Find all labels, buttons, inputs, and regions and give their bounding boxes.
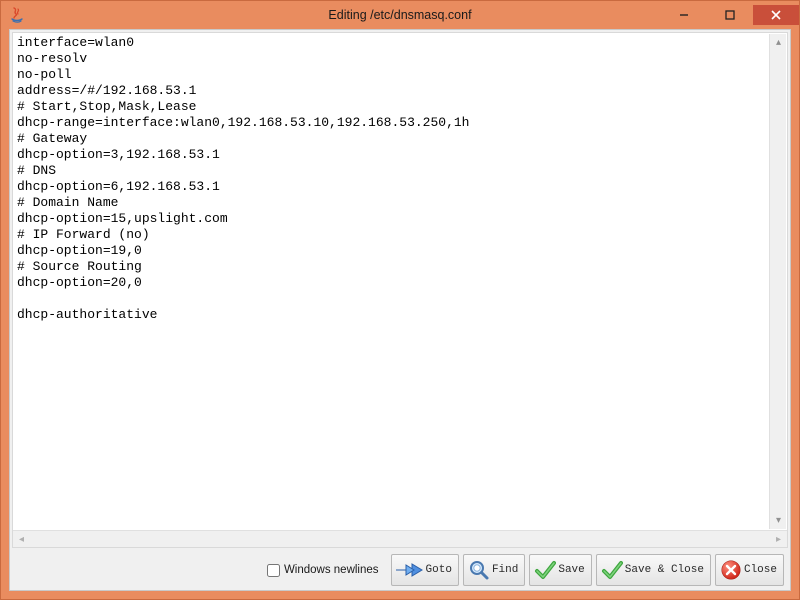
- minimize-button[interactable]: [661, 5, 707, 25]
- scroll-left-icon[interactable]: ◂: [13, 531, 30, 548]
- titlebar[interactable]: Editing /etc/dnsmasq.conf: [1, 1, 799, 29]
- goto-icon: [396, 558, 424, 582]
- editor-container: interface=wlan0 no-resolv no-poll addres…: [12, 32, 788, 548]
- close-button[interactable]: Close: [715, 554, 784, 586]
- goto-label: Goto: [426, 564, 452, 576]
- text-editor[interactable]: interface=wlan0 no-resolv no-poll addres…: [13, 33, 787, 530]
- scroll-down-icon[interactable]: ▾: [770, 512, 787, 529]
- vertical-scrollbar[interactable]: ▴ ▾: [769, 34, 786, 529]
- horizontal-scrollbar[interactable]: ◂ ▸: [13, 530, 787, 547]
- close-label: Close: [744, 564, 777, 576]
- bottom-toolbar: Windows newlines Goto: [10, 550, 790, 590]
- windows-newlines-checkbox[interactable]: [267, 564, 280, 577]
- find-label: Find: [492, 564, 518, 576]
- windows-newlines-option[interactable]: Windows newlines: [267, 564, 379, 577]
- save-button[interactable]: Save: [529, 554, 591, 586]
- windows-newlines-label: Windows newlines: [284, 564, 379, 576]
- save-close-check-icon: [601, 558, 623, 582]
- find-icon: [468, 558, 490, 582]
- window-close-button[interactable]: [753, 5, 799, 25]
- scroll-right-icon[interactable]: ▸: [770, 531, 787, 548]
- scroll-up-icon[interactable]: ▴: [770, 34, 787, 51]
- window-controls: [661, 5, 799, 25]
- goto-button[interactable]: Goto: [391, 554, 459, 586]
- close-icon: [720, 558, 742, 582]
- client-area: interface=wlan0 no-resolv no-poll addres…: [9, 29, 791, 591]
- save-label: Save: [558, 564, 584, 576]
- save-check-icon: [534, 558, 556, 582]
- find-button[interactable]: Find: [463, 554, 525, 586]
- java-app-icon: [9, 7, 25, 23]
- save-close-label: Save & Close: [625, 564, 704, 576]
- save-and-close-button[interactable]: Save & Close: [596, 554, 711, 586]
- app-window: Editing /etc/dnsmasq.conf interface=wlan…: [0, 0, 800, 600]
- maximize-button[interactable]: [707, 5, 753, 25]
